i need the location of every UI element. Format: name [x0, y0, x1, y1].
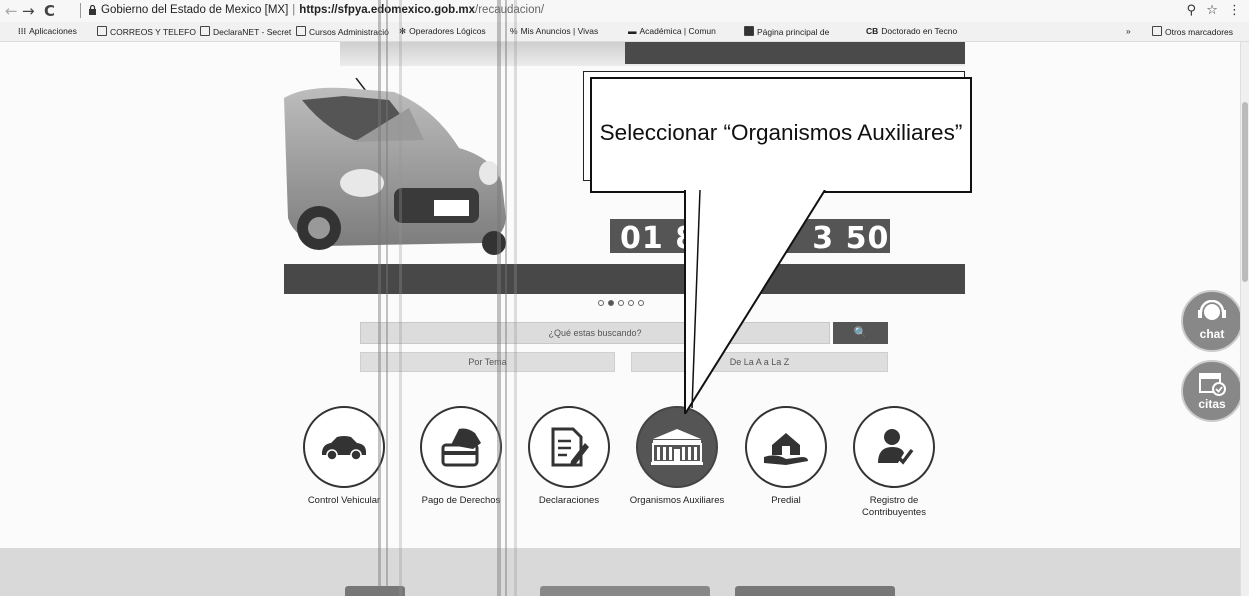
service-circle[interactable]	[528, 406, 610, 488]
page-icon	[97, 26, 107, 36]
service-circle[interactable]	[303, 406, 385, 488]
forward-button[interactable]: →	[22, 2, 35, 20]
car-icon	[322, 436, 366, 461]
carousel-dots	[598, 293, 648, 311]
user-check-icon	[878, 429, 914, 465]
bookmarks-overflow[interactable]: »	[1126, 26, 1131, 36]
carousel-dot[interactable]	[618, 300, 624, 306]
service-label: Control Vehicular	[307, 495, 381, 506]
bookmark-item[interactable]: DeclaraNET - Secret	[200, 26, 291, 37]
kebab-menu-icon[interactable]: ⋮	[1228, 3, 1241, 18]
service-circle-selected[interactable]	[636, 406, 718, 488]
back-button[interactable]: ←	[5, 2, 18, 20]
mail-icon: ▬	[628, 26, 637, 36]
bookmark-item[interactable]: CB Doctorado en Tecno	[866, 26, 957, 36]
bookmark-item[interactable]: ✻ Operadores Lógicos	[399, 26, 486, 37]
document-pen-icon	[551, 427, 589, 467]
bookmark-item[interactable]: Cursos Administració	[296, 26, 389, 37]
carousel-dot-active[interactable]	[608, 300, 614, 306]
bookmark-item[interactable]: % Mis Anuncios | Vivas	[510, 26, 598, 36]
url-field[interactable]: Gobierno del Estado de Mexico [MX] | https…	[101, 4, 544, 16]
car-image	[284, 78, 506, 255]
carousel-dot[interactable]	[628, 300, 634, 306]
scrollbar[interactable]	[1240, 42, 1249, 596]
service-label: Declaraciones	[538, 495, 600, 506]
headset-icon	[1198, 300, 1226, 320]
chat-label: chat	[1199, 327, 1225, 341]
search-icon: 🔍	[853, 326, 868, 339]
top-nav-dark	[625, 42, 965, 64]
service-control-vehicular[interactable]: Control Vehicular	[289, 406, 399, 507]
citas-button[interactable]: citas	[1181, 360, 1243, 422]
service-label: Organismos Auxiliares	[629, 495, 725, 506]
service-declaraciones[interactable]: Declaraciones	[514, 406, 624, 507]
chat-button[interactable]: chat	[1181, 290, 1243, 352]
callout-pointer	[684, 190, 826, 414]
service-organismos-auxiliares[interactable]: Organismos Auxiliares	[622, 406, 732, 507]
carousel-dot[interactable]	[638, 300, 644, 306]
service-label: Predial	[771, 495, 801, 506]
bookmark-item[interactable]: Página principal de	[744, 26, 829, 37]
browser-address-bar: ← → C Gobierno del Estado de Mexico [MX]…	[0, 0, 1249, 22]
site-name: Gobierno del Estado de Mexico [MX]	[101, 4, 289, 16]
payment-card-icon	[441, 428, 481, 467]
scan-artifact	[505, 0, 507, 596]
page-icon	[200, 26, 210, 36]
service-circle[interactable]	[853, 406, 935, 488]
citas-label: citas	[1198, 397, 1226, 411]
bookmark-item[interactable]: CORREOS Y TELEFO	[97, 26, 196, 37]
bookmark-apps[interactable]: ⁝⁝⁝ Aplicaciones	[18, 26, 77, 37]
bottom-thumbnail[interactable]	[540, 586, 710, 596]
bookmarks-bar: ⁝⁝⁝ Aplicaciones CORREOS Y TELEFO Declara…	[0, 22, 1249, 42]
apps-grid-icon: ⁝⁝⁝	[18, 26, 27, 36]
carousel-dot[interactable]	[598, 300, 604, 306]
cb-icon: CB	[866, 26, 879, 36]
house-hand-icon	[764, 433, 808, 465]
callout-instruction: Seleccionar “Organismos Auxiliares”	[599, 120, 963, 145]
government-building-icon	[651, 429, 703, 465]
service-circle[interactable]	[420, 406, 502, 488]
bookmark-item[interactable]: ▬ Académica | Comun	[628, 26, 716, 36]
bottom-thumbnail[interactable]	[345, 586, 405, 596]
page-icon	[296, 26, 306, 36]
scan-artifact	[514, 0, 517, 596]
search-button[interactable]: 🔍	[833, 322, 888, 344]
scan-artifact	[497, 0, 501, 596]
lock-icon	[89, 5, 96, 15]
scan-artifact	[386, 0, 388, 596]
divider	[80, 3, 81, 18]
scan-artifact	[378, 0, 381, 596]
other-bookmarks[interactable]: Otros marcadores	[1152, 26, 1233, 37]
service-label: Registro de Contribuyentes	[862, 495, 926, 518]
calendar-icon	[1199, 373, 1226, 396]
service-predial[interactable]: Predial	[731, 406, 841, 507]
scrollbar-thumb[interactable]	[1242, 102, 1248, 282]
reload-button[interactable]: C	[44, 2, 55, 20]
service-registro-contribuyentes[interactable]: Registro de Contribuyentes	[839, 406, 949, 519]
star-icon[interactable]: ☆	[1206, 3, 1218, 18]
bottom-thumbnail[interactable]	[735, 586, 895, 596]
url-path: /recaudacion/	[475, 4, 545, 16]
page-icon	[744, 26, 754, 36]
folder-icon	[1152, 26, 1162, 36]
scan-artifact	[399, 0, 402, 596]
service-circle[interactable]	[745, 406, 827, 488]
magnifier-icon[interactable]: ⚲	[1187, 3, 1197, 18]
